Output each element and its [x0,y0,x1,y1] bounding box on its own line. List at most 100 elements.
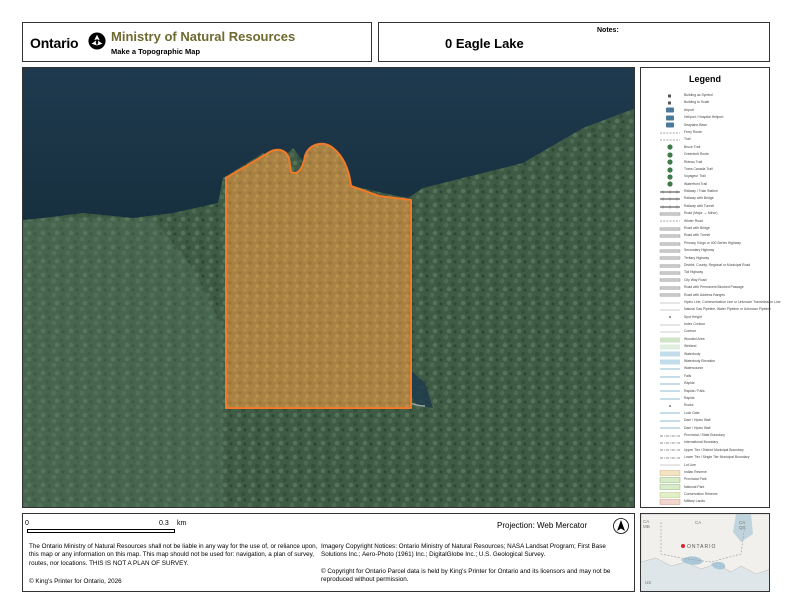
legend-item-label: Wetland [684,344,697,349]
road-line [659,277,681,283]
trail-icon [659,152,681,158]
legend-item-label: City Way Road [684,277,707,282]
legend-item: Upper Tier / District Municipal Boundary [659,447,769,454]
kings-printer-copyright: © King's Printer for Ontario, 2026 [29,578,122,585]
legend-item-label: Waterbody [684,351,701,356]
blue-line [659,425,681,431]
blue-line [659,388,681,394]
thin-line [659,322,681,328]
legend-item: Ferry Route [659,129,769,136]
legend-item: Watercourse [659,365,769,372]
legend-item-label: Primary, Kings or 400 Series Highway [684,240,741,245]
inset-label-ontario: ONTARIO [687,544,717,550]
legend-item: Falls [659,373,769,380]
map-footer: 0 0.3 km The Ontario Ministry of Natural… [22,513,635,592]
blue-line [659,374,681,380]
legend-item-label: Building as Symbol [684,92,713,97]
legend-item: Trail [659,136,769,143]
legend-item-label: Wooded Area [684,336,705,341]
legend-item-label: Trail [684,137,691,142]
legend-item-label: Lot Line [684,462,697,467]
legend-item: Spot Height [659,314,769,321]
legend-item: Rapids / Falls [659,388,769,395]
legend-item-label: Military Lands [684,499,705,504]
legend-item: Lot Line [659,462,769,469]
legend-item-label: Falls [684,373,692,378]
legend-item-label: Hydro Line, Communication Line or Unknow… [684,299,781,304]
legend-item: Road with Address Ranges [659,292,769,299]
green-fill [659,337,681,343]
legend-item-label: Provincial Park [684,477,707,482]
legend-item-label: Winter Road [684,218,703,223]
trail-icon [659,166,681,173]
legend-item-label: District, County, Regional or Municipal … [684,262,751,267]
legend-item: Trans Canada Trail [659,166,769,173]
military-fill [659,499,681,505]
rail-line [659,204,681,210]
legend-item: Tertiary Highway [659,255,769,262]
park-fill [659,484,681,491]
legend-panel: Legend Building as Symbol Building to Sca… [640,67,781,508]
legend-item: Primary, Kings or 400 Series Highway [659,240,769,247]
legend-item-label: Railway / Train Station [684,189,718,194]
legend-list: Building as Symbol Building to Scale Airpo… [659,92,781,506]
legend-item-label: Waterfront Trail [684,181,708,186]
scale-end-label: 0.3 [159,520,169,527]
legend-item-label: Trans Canada Trail [684,166,713,171]
legend-item-label: Watercourse [684,366,704,371]
header-branding: Ontario Ministry of Natural Resources Ma… [22,22,372,62]
legend-item-label: Railway with Bridge [684,196,714,201]
legend-item-label: Rocks [684,403,694,408]
legend-item-label: Natural Gas Pipeline, Water Pipeline or … [684,307,771,312]
legend-item-label: Seaplane Base [684,122,707,127]
trillium-logo-icon [88,32,106,50]
satellite-map[interactable] [22,67,635,508]
thin-line [659,462,681,468]
imagery-copyright: Imagery Copyright Notices: Ontario Minis… [321,543,606,559]
legend-item-label: Lock Gate [684,410,700,415]
road-line [659,241,681,247]
legend-item: Building to Scale [659,99,769,106]
legend-item: Index Contour [659,321,769,328]
legend-item: Railway with Bridge [659,195,769,202]
square-small [659,100,681,106]
map-canvas[interactable] [23,68,635,508]
legend-item-label: Road with Bridge [684,226,710,231]
legend-item-label: Waterbody Elevation [684,359,716,364]
trail-icon [659,159,681,165]
legend-item: Wooded Area [659,336,769,343]
ministry-name: Ministry of Natural Resources [111,29,296,44]
dot [659,314,681,320]
parcel-copyright: © Copyright for Ontario Parcel data is h… [321,568,611,584]
legend-item: Waterbody [659,351,769,358]
road-line [659,292,681,298]
legend-item: Secondary Highway [659,247,769,254]
boundary-line [659,447,681,453]
boundary-line [659,455,681,461]
scale-bar-inner [28,530,174,532]
boundary-line [659,440,681,446]
ontario-wordmark: Ontario [30,35,79,51]
blue-line [659,366,681,372]
blue-line [659,418,681,424]
legend-item-label: Lower Tier / Single Tier Municipal Bound… [684,455,750,460]
legend-item: Lower Tier / Single Tier Municipal Bound… [659,454,769,461]
legend-item: Greenbelt Route [659,151,769,158]
legend-item: Wetland [659,343,769,350]
legend-item: Railway with Tunnel [659,203,769,210]
legend-item: Contour [659,329,769,336]
north-arrow-icon [613,518,629,534]
inset-label-us: US [645,580,652,585]
conservation-fill [659,492,681,498]
legend-item: Railway / Train Station [659,188,769,195]
scale-start-label: 0 [25,520,29,527]
legend-item: District, County, Regional or Municipal … [659,262,769,269]
legend-item: Rideau Trail [659,159,769,166]
road-line [659,285,681,291]
legend-item-label: International Boundary [684,440,719,445]
reserve-fill [659,469,681,476]
thin-line [659,307,681,313]
legend-item-label: Indian Reserve [684,469,707,474]
rail-line [659,196,681,202]
legend-item: Rapids [659,380,769,387]
